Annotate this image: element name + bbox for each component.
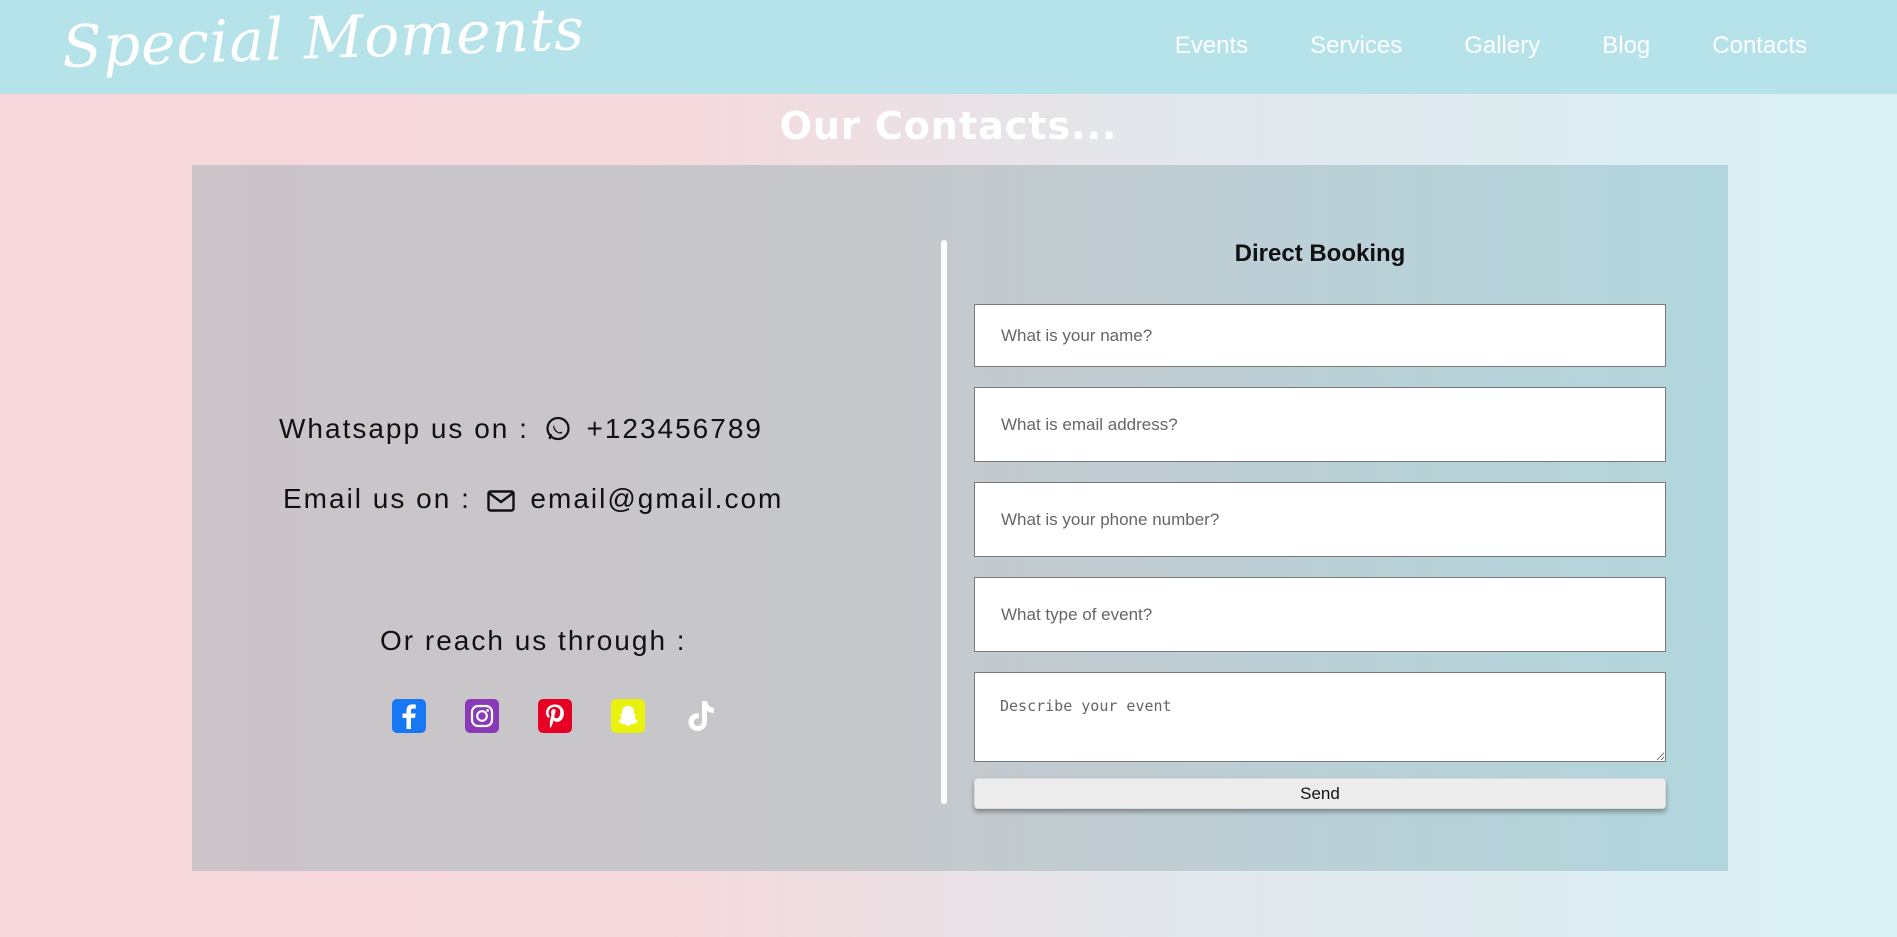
main-nav: Events Services Gallery Blog Contacts [1113,32,1807,60]
email-address[interactable]: email@gmail.com [530,483,783,514]
nav-link-services[interactable]: Services [1310,32,1402,60]
reach-us-text: Or reach us through : [380,625,687,656]
email-input[interactable] [974,387,1666,462]
whatsapp-icon [545,416,571,449]
pinterest-icon[interactable] [538,699,572,733]
site-logo[interactable]: Special Moments [61,0,586,81]
tiktok-icon[interactable] [684,699,718,733]
send-button[interactable]: Send [974,778,1666,809]
name-input[interactable] [974,304,1666,367]
event-type-input[interactable] [974,577,1666,652]
snapchat-icon[interactable] [611,699,645,733]
nav-link-contacts[interactable]: Contacts [1712,32,1807,60]
nav-link-blog[interactable]: Blog [1602,32,1650,60]
page-title: Our Contacts... [779,104,1118,148]
nav-link-gallery[interactable]: Gallery [1464,32,1540,60]
social-links [392,699,718,733]
whatsapp-number[interactable]: +123456789 [586,413,763,444]
event-description-textarea[interactable] [974,672,1666,762]
envelope-icon [486,487,515,519]
navbar: Special Moments Events Services Gallery … [0,0,1897,94]
instagram-icon[interactable] [465,699,499,733]
nav-link-events[interactable]: Events [1175,32,1248,60]
facebook-icon[interactable] [392,699,426,733]
whatsapp-line: Whatsapp us on : +123456789 [279,413,763,449]
whatsapp-label: Whatsapp us on : [279,413,529,444]
section-divider [941,240,947,804]
email-line: Email us on : email@gmail.com [283,483,783,519]
booking-title: Direct Booking [1234,240,1406,267]
email-label: Email us on : [283,483,471,514]
phone-input[interactable] [974,482,1666,557]
